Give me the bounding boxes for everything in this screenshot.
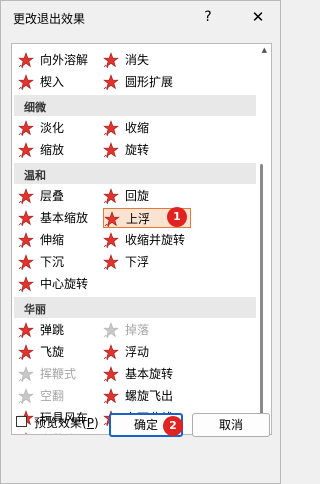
effect-item-label: 层叠 — [40, 189, 65, 203]
effect-item-label: 淡化 — [40, 121, 65, 135]
red-star-icon — [18, 254, 34, 271]
effect-item-label: 伸缩 — [40, 233, 65, 247]
effect-item[interactable]: 缩放 — [18, 140, 98, 160]
effect-item-label: 下沉 — [40, 255, 65, 269]
red-star-icon — [103, 120, 119, 137]
effect-item[interactable]: 收缩并旋转 — [103, 230, 186, 250]
close-button[interactable]: ✕ — [245, 6, 271, 28]
effect-item-label: 收缩并旋转 — [125, 233, 186, 247]
red-star-icon — [103, 188, 119, 205]
effect-item-label: 上浮 — [126, 212, 151, 226]
effect-item[interactable]: 浮动 — [103, 342, 183, 362]
help-button[interactable]: ? — [195, 6, 221, 28]
red-star-icon — [18, 188, 34, 205]
red-star-icon — [103, 366, 119, 383]
effect-item-label: 掉落 — [125, 323, 150, 337]
red-star-icon — [18, 142, 34, 159]
dialog-title: 更改退出效果 — [13, 12, 86, 26]
preview-effect-label: 预览效果(P) — [34, 416, 99, 430]
effect-item-label: 向外溶解 — [40, 53, 89, 67]
effect-item-label: 回旋 — [125, 189, 150, 203]
red-star-icon — [104, 211, 120, 228]
grey-star-icon — [18, 366, 34, 383]
effect-item[interactable]: 基本缩放 — [18, 208, 98, 228]
effect-item-label: 收缩 — [125, 121, 150, 135]
effect-item-label: 缩放 — [40, 143, 65, 157]
red-star-icon — [18, 276, 34, 293]
effect-item[interactable]: 伸缩 — [18, 230, 98, 250]
effect-item[interactable]: 螺旋飞出 — [103, 386, 183, 406]
effect-item[interactable]: 飞旋 — [18, 342, 98, 362]
group-header-label: 温和 — [24, 169, 46, 182]
title-bar: 更改退出效果 ? ✕ — [1, 1, 280, 33]
effect-item-label: 旋转 — [125, 143, 150, 157]
red-star-icon — [18, 52, 34, 69]
red-star-icon — [18, 120, 34, 137]
effect-item[interactable]: 挥鞭式 — [18, 364, 98, 384]
step-badge-2: 2 — [163, 416, 183, 436]
effect-item-label: 弹跳 — [40, 323, 65, 337]
effect-item-label: 挥鞭式 — [40, 367, 77, 381]
effect-item-label: 消失 — [125, 53, 150, 67]
grey-star-icon — [18, 388, 34, 405]
effect-item[interactable]: 向外溶解 — [18, 50, 98, 70]
effect-item[interactable]: 弹跳 — [18, 320, 98, 340]
effect-item[interactable]: 层叠 — [18, 186, 98, 206]
scrollbar-thumb[interactable] — [260, 164, 263, 434]
effect-item-label: 中心旋转 — [40, 277, 89, 291]
effect-item[interactable]: 旋转 — [103, 140, 183, 160]
preview-effect-checkbox[interactable] — [16, 416, 27, 427]
red-star-icon — [18, 322, 34, 339]
red-star-icon — [103, 74, 119, 91]
effect-item-label: 飞旋 — [40, 345, 65, 359]
effect-item[interactable]: 下沉 — [18, 252, 98, 272]
red-star-icon — [18, 74, 34, 91]
effect-item[interactable]: 下浮 — [103, 252, 183, 272]
effect-item-label: 基本旋转 — [125, 367, 174, 381]
group-header-label: 华丽 — [24, 303, 46, 316]
red-star-icon — [103, 142, 119, 159]
effect-item-label: 楔入 — [40, 75, 65, 89]
effect-item[interactable]: 楔入 — [18, 72, 98, 92]
effect-item-label: 浮动 — [125, 345, 150, 359]
effect-item-label: 圆形扩展 — [125, 75, 174, 89]
effect-item[interactable]: 空翻 — [18, 386, 98, 406]
red-star-icon — [18, 432, 34, 434]
effect-item-label: 螺旋飞出 — [125, 389, 174, 403]
effect-item[interactable]: 掉落 — [103, 320, 183, 340]
effect-item[interactable]: 回旋 — [103, 186, 183, 206]
red-star-icon — [103, 344, 119, 361]
red-star-icon — [103, 52, 119, 69]
red-star-icon — [18, 232, 34, 249]
red-star-icon — [18, 344, 34, 361]
effect-item[interactable]: 淡化 — [18, 118, 98, 138]
effect-item[interactable]: 收缩 — [103, 118, 183, 138]
red-star-icon — [103, 388, 119, 405]
effect-item[interactable]: 中心旋转 — [18, 274, 98, 294]
group-header: 细微 — [14, 95, 256, 116]
effect-item-label: 基本缩放 — [40, 211, 89, 225]
red-star-icon — [103, 254, 119, 271]
effect-item-label: 下浮 — [125, 255, 150, 269]
scroll-up-arrow-icon[interactable]: ▲ — [262, 46, 267, 54]
effects-list[interactable]: ▲ ▼ 向外溶解消失楔入圆形扩展细微淡化收缩缩放旋转温和层叠回旋基本缩放上浮伸缩… — [11, 43, 272, 435]
group-header: 温和 — [14, 163, 256, 184]
group-header: 华丽 — [14, 297, 256, 318]
effect-item[interactable]: 基本旋转 — [103, 364, 183, 384]
change-exit-effect-dialog: 更改退出效果 ? ✕ ▲ ▼ 向外溶解消失楔入圆形扩展细微淡化收缩缩放旋转温和层… — [0, 0, 281, 484]
step-badge-1: 1 — [167, 207, 187, 227]
grey-star-icon — [103, 322, 119, 339]
effect-item[interactable]: 消失 — [103, 50, 183, 70]
red-star-icon — [103, 232, 119, 249]
effect-item-label: 空翻 — [40, 389, 65, 403]
cancel-button[interactable]: 取消 — [192, 413, 270, 437]
red-star-icon — [18, 210, 34, 227]
effect-item[interactable]: 圆形扩展 — [103, 72, 183, 92]
group-header-label: 细微 — [24, 101, 46, 114]
